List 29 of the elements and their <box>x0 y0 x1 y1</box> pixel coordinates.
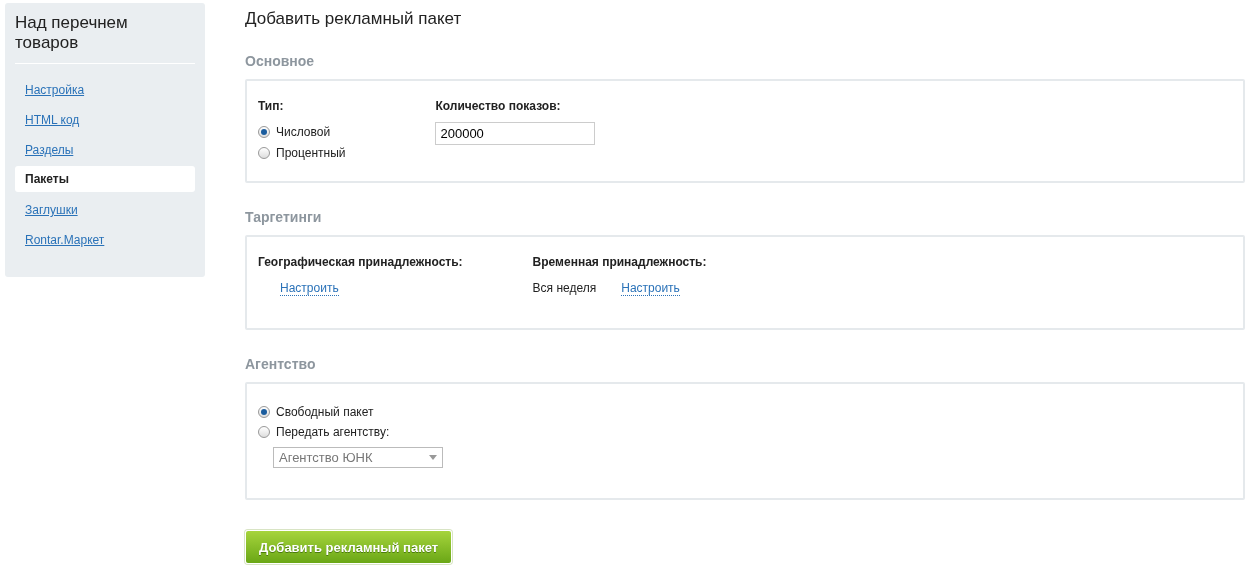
value-text: Вся неделя <box>532 281 597 296</box>
radio-button[interactable] <box>258 406 270 418</box>
section-heading: Основное <box>245 53 316 69</box>
radio-label: Свободный пакет <box>276 405 374 419</box>
section-heading: Агентство <box>245 356 317 372</box>
caret-icon <box>429 455 437 460</box>
input-field[interactable]: 200000 <box>435 122 596 145</box>
radio-button[interactable] <box>258 126 270 139</box>
field-label: Тип: <box>258 99 285 113</box>
configure-link[interactable]: Настроить <box>280 281 339 296</box>
field-label: Временная принадлежность: <box>532 255 707 269</box>
radio-label: Процентный <box>276 145 346 160</box>
sidebar-item[interactable]: Заглушки <box>15 196 195 222</box>
field-label: Географическая принадлежность: <box>258 255 463 269</box>
page-title: Добавить рекламный пакет <box>245 9 463 29</box>
sidebar-item[interactable]: Разделы <box>15 136 195 162</box>
sidebar-item[interactable]: Настройка <box>15 76 195 102</box>
sidebar-item[interactable]: Rontar.Маркет <box>15 226 195 252</box>
radio-label: Числовой <box>276 125 331 140</box>
radio-button[interactable] <box>258 426 270 438</box>
section-heading: Таргетинги <box>245 209 323 225</box>
sidebar-title: Над перечнем товаров <box>15 13 129 53</box>
radio-button[interactable] <box>258 146 270 159</box>
sidebar-item[interactable]: Пакеты <box>15 166 195 192</box>
radio-label: Передать агентству: <box>276 425 390 439</box>
field-label: Количество показов: <box>435 99 562 113</box>
sidebar-item[interactable]: HTML код <box>15 106 195 132</box>
submit-button[interactable]: Добавить рекламный пакет <box>245 530 453 564</box>
configure-link[interactable]: Настроить <box>621 281 680 296</box>
